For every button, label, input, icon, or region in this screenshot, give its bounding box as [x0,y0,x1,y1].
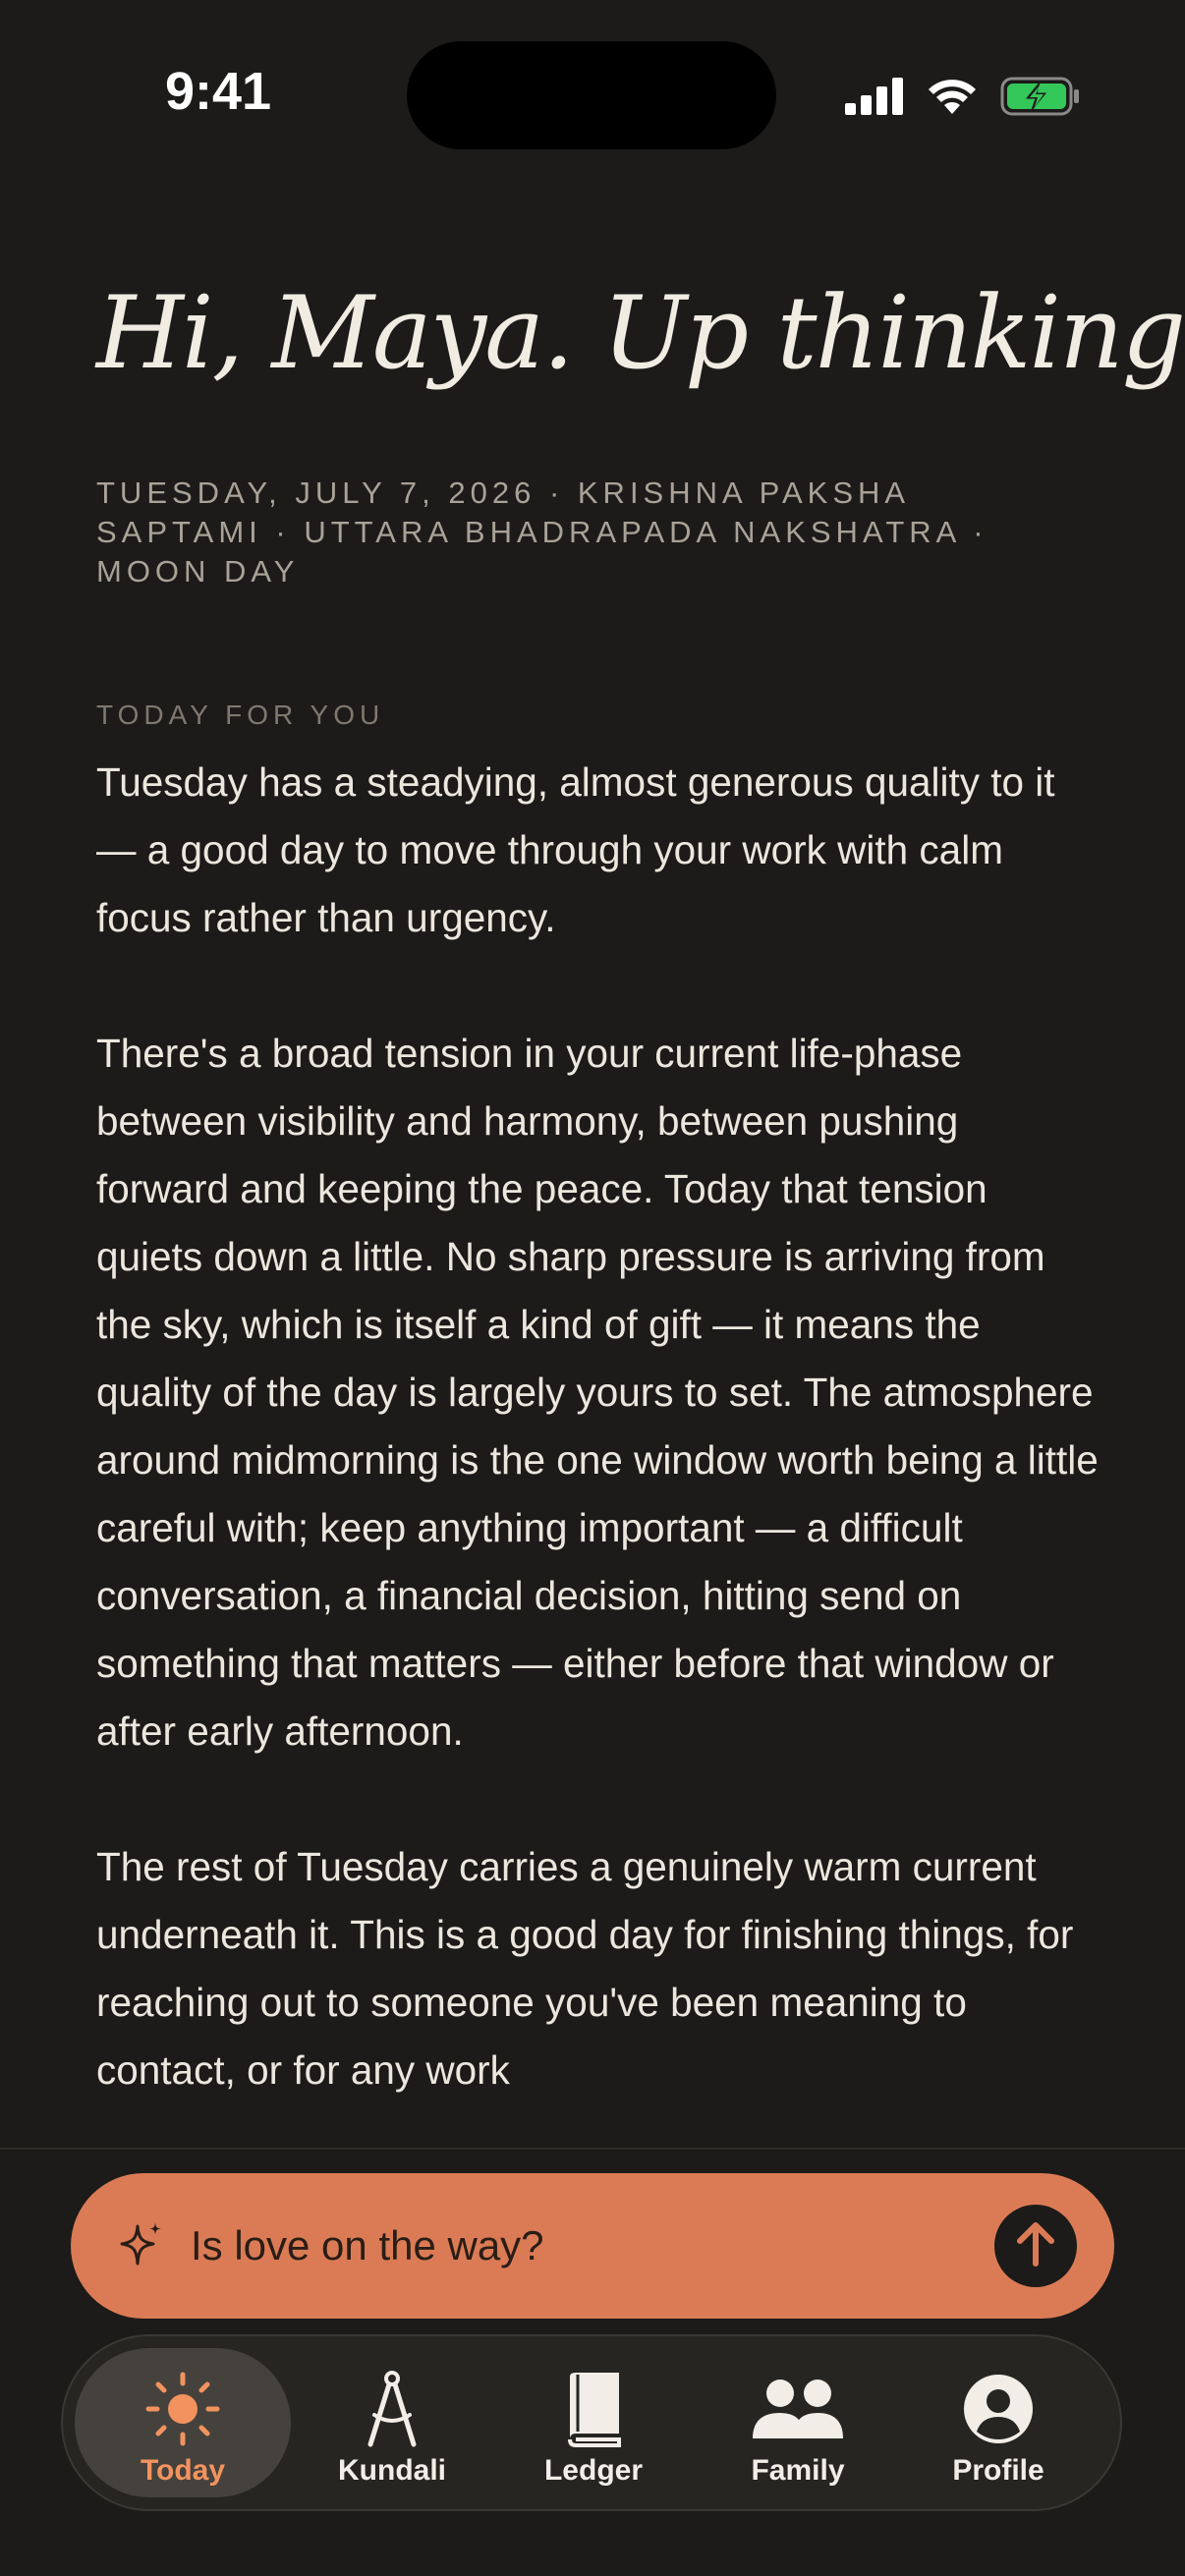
today-screen: 9:41 Hi, Maya. Up thinking? TUESDAY, JUL… [0,0,1185,2576]
status-icons [845,77,1081,121]
reading-paragraph: Tuesday has a steadying, almost generous… [96,759,1055,940]
sun-icon [144,2370,221,2448]
send-button[interactable] [994,2205,1077,2287]
tab-label: Ledger [543,2454,644,2487]
reading-paragraph: The rest of Tuesday carries a genuinely … [96,1844,1074,2093]
sparkle-icon [118,2220,165,2271]
dynamic-island [407,41,776,149]
arrow-up-icon [1014,2220,1057,2272]
cellular-signal-icon [845,78,904,120]
bottom-divider [0,2148,1185,2150]
compass-icon [361,2370,423,2448]
tab-label: Profile [952,2454,1044,2487]
tab-label: Today [140,2454,226,2487]
ask-prompt-text: Is love on the way? [191,2222,544,2268]
tab-kundali[interactable]: Kundali [284,2348,500,2497]
tab-profile[interactable]: Profile [890,2348,1106,2497]
tab-today[interactable]: Today [75,2348,291,2497]
person-circle-icon [962,2370,1035,2448]
daily-reading[interactable]: Tuesday has a steadying, almost generous… [96,749,1099,2150]
book-icon [562,2370,625,2448]
battery-charging-icon [1000,77,1081,121]
reading-paragraph: There's a broad tension in your current … [96,1031,1099,1754]
tab-bar: Today Kundali Ledger Family Profile [61,2334,1122,2511]
tab-label: Kundali [338,2454,446,2487]
people-icon [751,2370,845,2448]
date-panchang-line: Tuesday, July 7, 2026 · Krishna Paksha S… [96,476,988,588]
greeting-title: Hi, Maya. Up thinking? [96,275,1185,392]
status-time: 9:41 [165,62,272,121]
section-label-today-for-you: Today for you [96,700,385,730]
tab-family[interactable]: Family [690,2348,906,2497]
ask-prompt-bar[interactable]: Is love on the way? [71,2173,1114,2319]
tab-ledger[interactable]: Ledger [485,2348,702,2497]
wifi-icon [926,77,979,121]
tab-label: Family [751,2454,845,2487]
